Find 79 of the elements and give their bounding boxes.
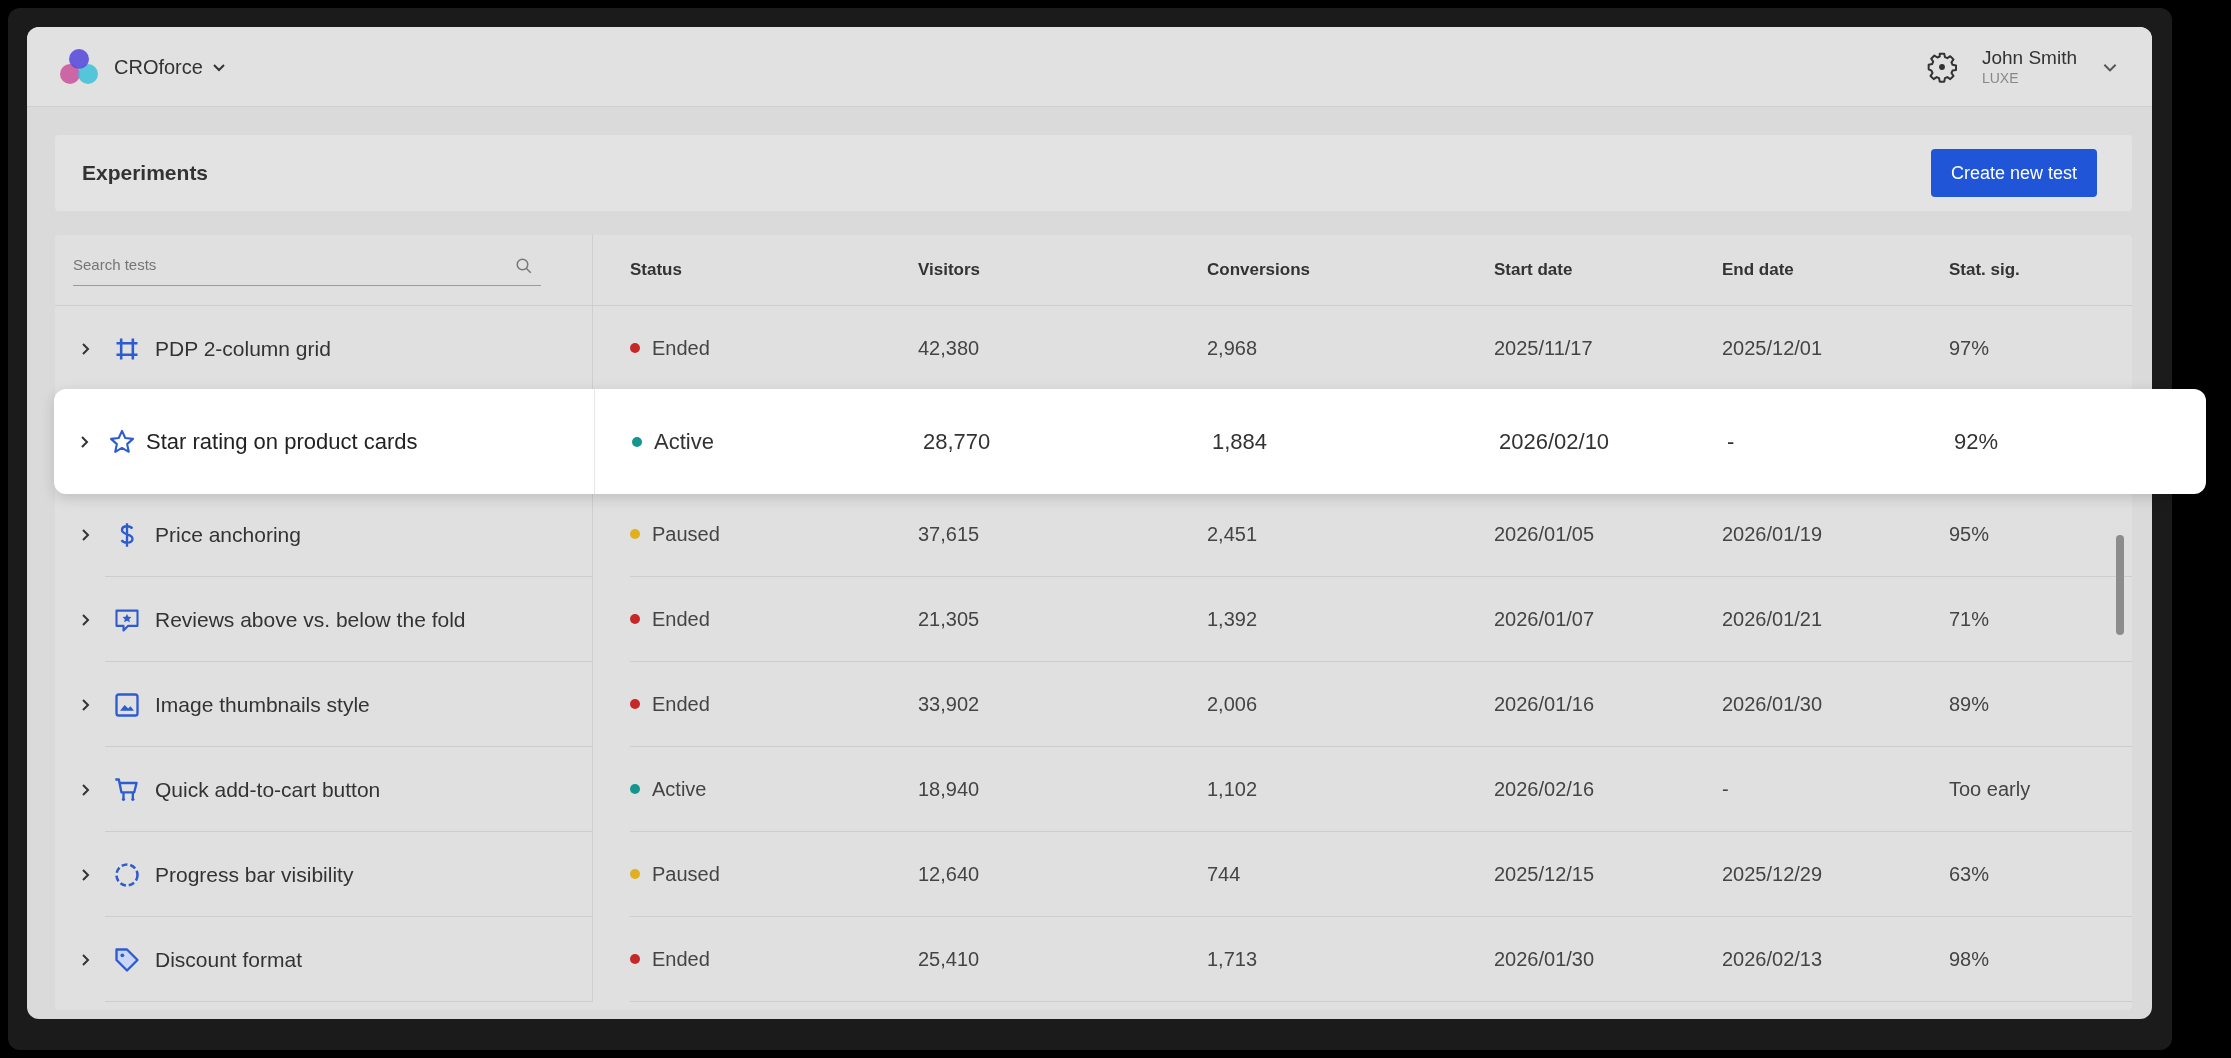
table-cell: 2026/01/16 — [1494, 662, 1722, 747]
chevron-right-icon[interactable] — [81, 697, 91, 712]
table-cell: 2026/01/07 — [1494, 577, 1722, 662]
table-cell: 89% — [1949, 662, 2132, 747]
column-header[interactable]: Start date — [1494, 257, 1722, 283]
page-title: Experiments — [82, 160, 209, 187]
tag-icon — [113, 945, 141, 974]
status-label: Paused — [652, 522, 720, 547]
column-header[interactable]: Status — [630, 257, 918, 283]
table-cell-text: - — [1727, 428, 1736, 456]
table-cell: 2026/01/05 — [1494, 492, 1722, 577]
star-icon — [108, 427, 136, 456]
logo-icon — [60, 47, 98, 86]
user-name: John Smith — [1981, 46, 2077, 70]
app-name: CROforce — [114, 54, 203, 80]
cart-icon — [113, 775, 141, 804]
status-label: Ended — [652, 336, 710, 361]
status-label: Ended — [652, 607, 710, 632]
table-cell: 744 — [1207, 832, 1494, 917]
test-name[interactable]: Reviews above vs. below the fold — [155, 603, 466, 636]
search-field[interactable]: Search tests — [73, 254, 541, 286]
table-cell: 25,410 — [918, 917, 1207, 1002]
chevron-right-icon[interactable] — [81, 341, 91, 356]
highlighted-row[interactable]: Star rating on product cards Active 28,770 1,884 2026/02/10 - 92% — [54, 389, 2206, 494]
table-cell: 2026/01/19 — [1722, 492, 1949, 577]
table-cell: 33,902 — [918, 662, 1207, 747]
status-label: Ended — [652, 947, 710, 972]
table-cell: 2026/01/21 — [1722, 577, 1949, 662]
table-cell: 2,451 — [1207, 492, 1494, 577]
column-header[interactable]: Conversions — [1207, 257, 1494, 283]
table-cell: Too early — [1949, 747, 2132, 832]
table-cell: 2,006 — [1207, 662, 1494, 747]
status-label: Paused — [652, 862, 720, 887]
test-name[interactable]: PDP 2-column grid — [155, 332, 331, 365]
table-cell: 1,713 — [1207, 917, 1494, 1002]
table-cell-text: 28,770 — [923, 428, 992, 456]
table-cell: 2025/12/15 — [1494, 832, 1722, 917]
chevron-right-icon[interactable] — [81, 867, 91, 882]
test-name[interactable]: Discount format — [155, 943, 303, 976]
test-name[interactable]: Quick add-to-cart button — [155, 773, 381, 806]
dashed-circle-icon — [113, 860, 141, 889]
table-cell: 37,615 — [918, 492, 1207, 577]
image-icon — [113, 690, 141, 719]
status-label: Ended — [652, 692, 710, 717]
chevron-right-icon[interactable] — [81, 612, 91, 627]
user-plan: LUXE — [1981, 69, 2020, 87]
search-icon[interactable] — [515, 257, 533, 275]
table-cell: 63% — [1949, 832, 2132, 917]
table-cell-text: 1,884 — [1212, 428, 1269, 456]
scrollbar[interactable] — [2116, 535, 2124, 635]
column-header[interactable]: Visitors — [918, 257, 1207, 283]
status-label: Active — [652, 777, 707, 802]
table-cell: 2026/02/13 — [1722, 917, 1949, 1002]
table-cell-text: 2026/02/10 — [1499, 428, 1611, 456]
table-cell: - — [1722, 747, 1949, 832]
table-cell: 21,305 — [918, 577, 1207, 662]
table-cell: 1,392 — [1207, 577, 1494, 662]
table-cell-text: 92% — [1954, 428, 2000, 456]
table-cell: 2026/01/30 — [1494, 917, 1722, 1002]
settings-icon[interactable] — [1925, 50, 1958, 83]
test-name[interactable]: Star rating on product cards — [146, 425, 418, 458]
table-cell: 1,102 — [1207, 747, 1494, 832]
status-label: Active — [654, 428, 714, 456]
table-cell: 98% — [1949, 917, 2132, 1002]
table-cell: 18,940 — [918, 747, 1207, 832]
test-name[interactable]: Price anchoring — [155, 518, 301, 551]
table-cell: 2026/02/16 — [1494, 747, 1722, 832]
chevron-right-icon[interactable] — [80, 434, 90, 449]
column-header[interactable]: Stat. sig. — [1949, 257, 2132, 283]
chevron-right-icon[interactable] — [81, 782, 91, 797]
chevron-right-icon[interactable] — [81, 952, 91, 967]
test-name[interactable]: Image thumbnails style — [155, 688, 370, 721]
test-name[interactable]: Progress bar visibility — [155, 858, 354, 891]
table-cell: 2026/01/30 — [1722, 662, 1949, 747]
create-test-button[interactable]: Create new test — [1930, 149, 2097, 197]
table-cell: 12,640 — [918, 832, 1207, 917]
chevron-right-icon[interactable] — [81, 527, 91, 542]
table-cell: 2025/12/29 — [1722, 832, 1949, 917]
column-header[interactable]: End date — [1722, 257, 1949, 283]
